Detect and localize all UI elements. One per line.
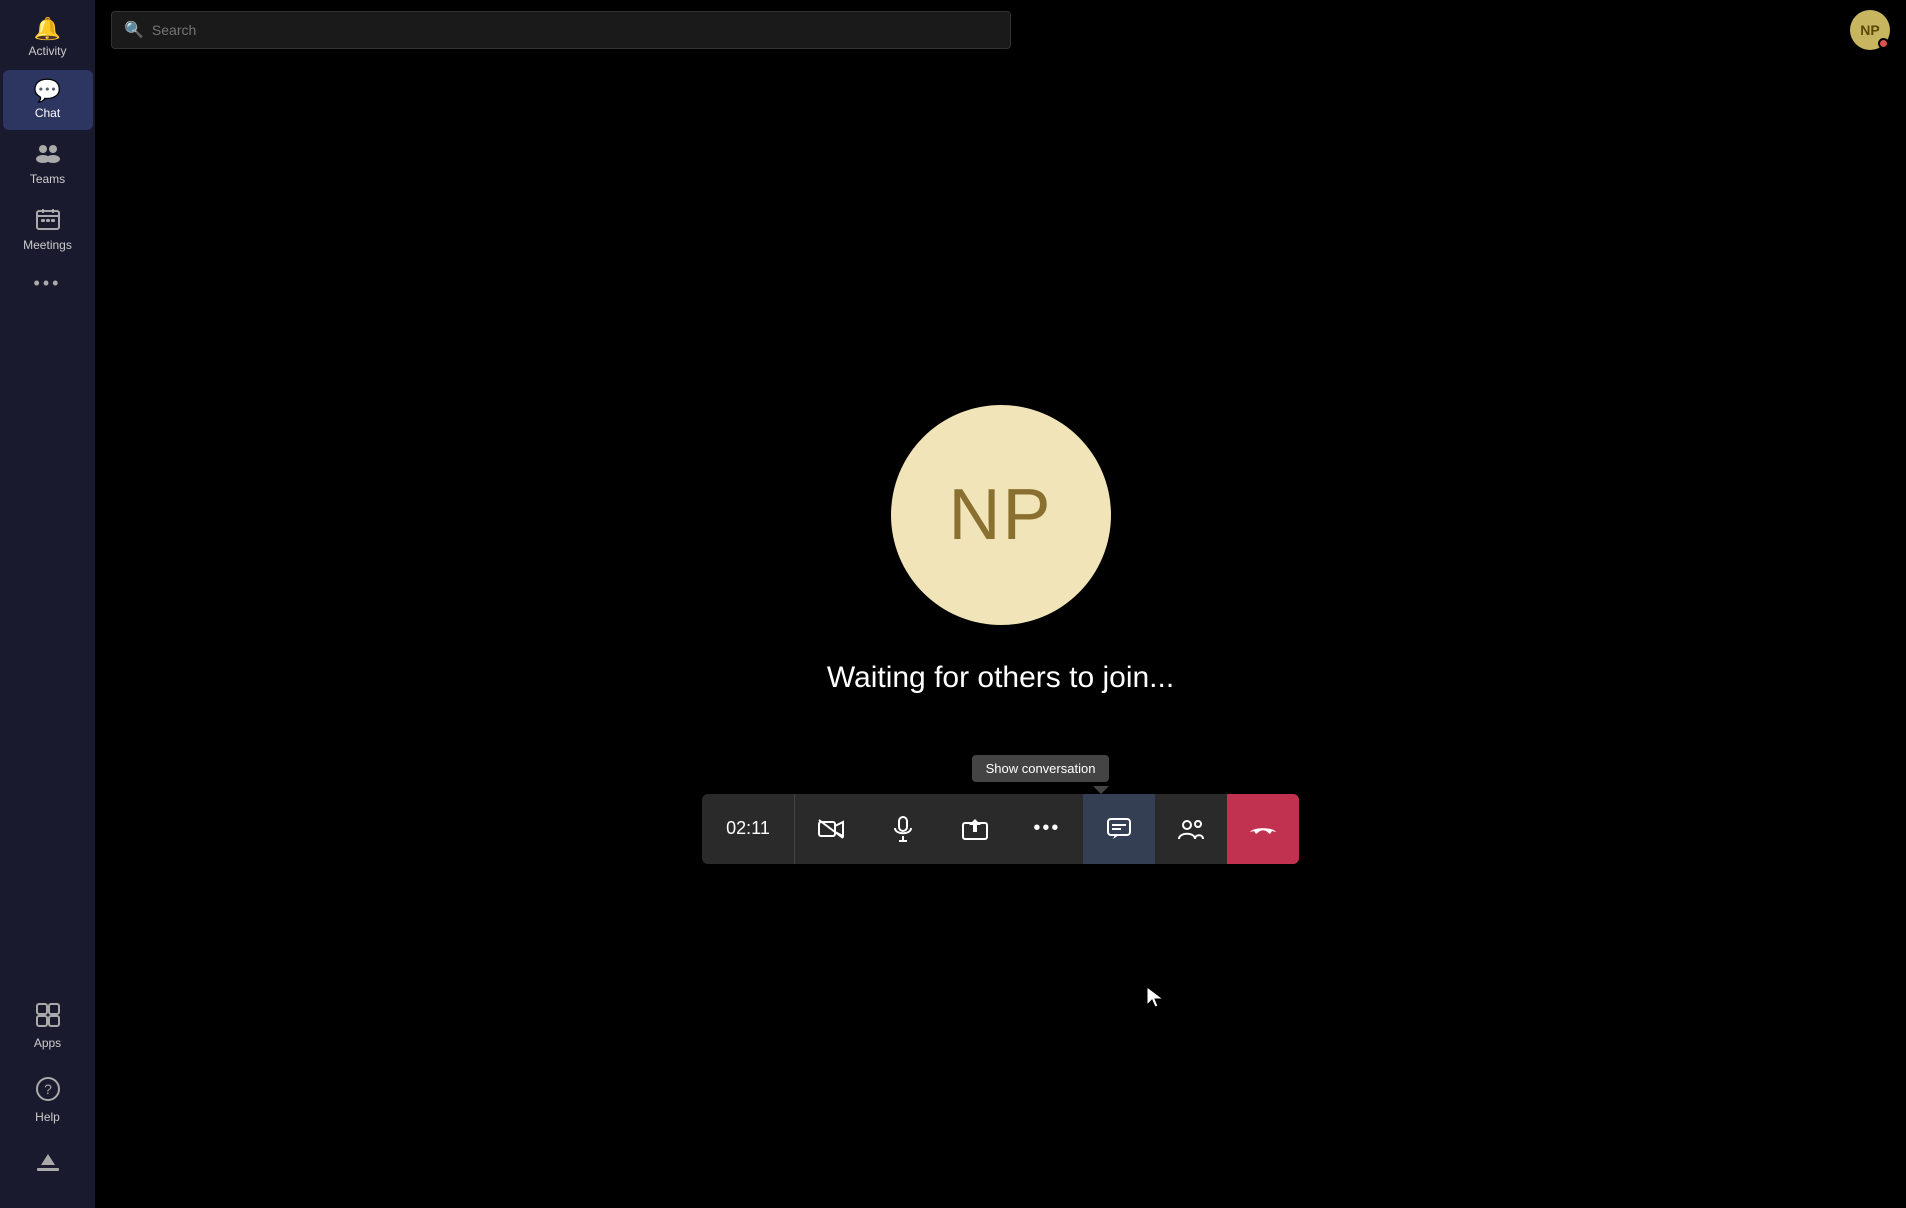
sidebar-item-help[interactable]: ? Help [3,1066,93,1134]
topbar: 🔍 NP [95,0,1906,60]
sidebar-item-chat-label: Chat [35,106,60,120]
call-controls: 02:11 [702,794,1299,864]
sidebar-item-teams[interactable]: Teams [3,132,93,196]
show-conversation-button[interactable] [1083,794,1155,864]
sidebar-item-apps-label: Apps [34,1036,61,1050]
sidebar-item-help-label: Help [35,1110,60,1124]
sidebar-item-activity[interactable]: 🔔 Activity [3,8,93,68]
svg-text:?: ? [44,1081,52,1097]
user-avatar-top[interactable]: NP [1850,10,1890,50]
sidebar-bottom: Apps ? Help [0,992,95,1208]
sidebar-item-teams-label: Teams [30,172,65,186]
end-call-button[interactable] [1227,794,1299,864]
user-status-dot [1878,38,1889,49]
caller-avatar: NP [891,405,1111,625]
search-box[interactable]: 🔍 [111,11,1011,49]
share-screen-button[interactable] [939,794,1011,864]
chat-icon: 💬 [34,80,61,102]
sidebar: 🔔 Activity 💬 Chat Teams [0,0,95,1208]
sidebar-item-activity-label: Activity [28,44,66,58]
call-timer: 02:11 [702,794,795,864]
meetings-icon [35,208,61,234]
teams-icon [35,142,61,168]
search-input[interactable] [152,22,998,38]
main-area: 🔍 NP NP Waiting for others to join... Sh… [95,0,1906,1208]
video-button[interactable] [795,794,867,864]
apps-icon [35,1002,61,1032]
show-conversation-tooltip: Show conversation [972,755,1110,782]
tooltip-arrow [1093,786,1109,794]
sidebar-item-apps[interactable]: Apps [3,992,93,1060]
cursor-indicator [1145,985,1165,1016]
participants-button[interactable] [1155,794,1227,864]
more-options-button[interactable]: ••• [1011,794,1083,864]
search-icon: 🔍 [124,20,144,40]
sidebar-item-meetings-label: Meetings [23,238,72,252]
sidebar-item-meetings[interactable]: Meetings [3,198,93,262]
update-icon [35,1150,61,1180]
call-controls-wrapper: Show conversation 02:11 [702,755,1299,864]
more-icon: ••• [34,274,62,292]
waiting-text: Waiting for others to join... [827,661,1174,695]
sidebar-item-chat[interactable]: 💬 Chat [3,70,93,130]
help-icon: ? [35,1076,61,1106]
sidebar-item-update[interactable] [3,1140,93,1190]
sidebar-item-more[interactable]: ••• [3,264,93,302]
mic-button[interactable] [867,794,939,864]
activity-icon: 🔔 [34,18,61,40]
call-area: NP Waiting for others to join... Show co… [95,60,1906,1208]
